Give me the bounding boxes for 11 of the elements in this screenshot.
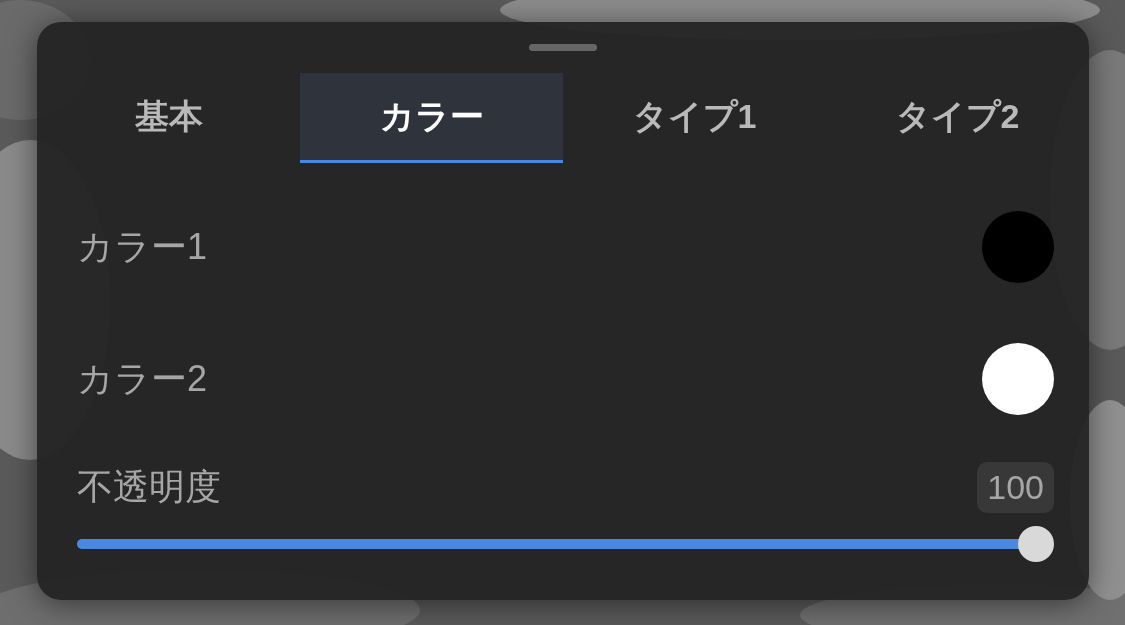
color-label: カラー1 (77, 224, 208, 269)
color-label: カラー2 (77, 356, 208, 401)
tab[interactable]: タイプ1 (563, 73, 826, 163)
tab[interactable]: 基本 (37, 73, 300, 163)
drag-handle[interactable] (529, 44, 597, 51)
opacity-value: 100 (977, 462, 1054, 513)
opacity-slider[interactable] (77, 526, 1054, 562)
tab[interactable]: カラー (300, 73, 563, 163)
slider-thumb[interactable] (1018, 526, 1054, 562)
opacity-label: 不透明度 (77, 465, 221, 509)
tab[interactable]: タイプ2 (826, 73, 1089, 163)
